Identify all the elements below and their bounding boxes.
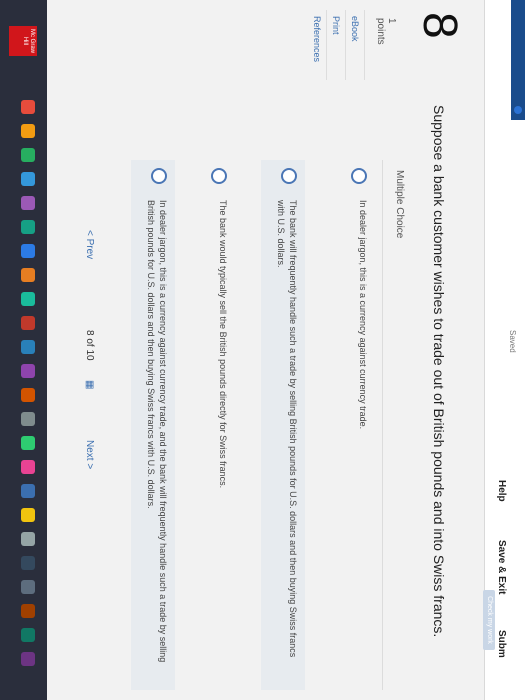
radio-button[interactable] [211, 168, 227, 184]
choice-text: In dealer jargon, this is a currency aga… [146, 200, 168, 663]
app-icon[interactable] [21, 628, 35, 642]
app-icon[interactable] [21, 364, 35, 378]
question-text: Suppose a bank customer wishes to trade … [431, 105, 447, 638]
app-icon[interactable] [21, 268, 35, 282]
answer-choice[interactable]: The bank will frequently handle such a t… [261, 160, 305, 690]
app-icon[interactable] [21, 412, 35, 426]
next-button[interactable]: Next > [84, 440, 95, 469]
grid-icon[interactable]: ▦ [84, 380, 95, 389]
app-icon[interactable] [21, 148, 35, 162]
app-icon[interactable] [21, 532, 35, 546]
side-links: eBook Print References [308, 10, 365, 80]
divider [382, 160, 383, 690]
question-type-label: Multiple Choice [394, 170, 405, 239]
app-icon[interactable] [21, 340, 35, 354]
references-link[interactable]: References [308, 10, 327, 80]
print-link[interactable]: Print [327, 10, 346, 80]
app-icon[interactable] [21, 244, 35, 258]
app-icon[interactable] [21, 124, 35, 138]
app-icon[interactable] [21, 196, 35, 210]
saved-status: Saved [508, 330, 517, 353]
question-number: 8 [413, 12, 466, 39]
radio-button[interactable] [351, 168, 367, 184]
app-icon[interactable] [21, 172, 35, 186]
ebook-link[interactable]: eBook [346, 10, 365, 80]
app-icon[interactable] [21, 652, 35, 666]
check-work-button[interactable]: Check my work [483, 590, 495, 650]
prev-button[interactable]: < Prev [84, 230, 95, 259]
app-icon[interactable] [21, 316, 35, 330]
screen: Saved Help Save & Exit Subm Check my wor… [0, 0, 525, 700]
points-label: points [375, 18, 386, 45]
app-icon[interactable] [21, 292, 35, 306]
radio-button[interactable] [151, 168, 167, 184]
app-icon[interactable] [21, 604, 35, 618]
pagination: < Prev 8 of 10 ▦ Next > [71, 230, 95, 490]
top-accent-bar [511, 0, 525, 120]
app-icon[interactable] [21, 460, 35, 474]
save-exit-button[interactable]: Save & Exit [496, 540, 507, 594]
info-icon[interactable] [514, 106, 522, 114]
app-icon[interactable] [21, 580, 35, 594]
app-icon[interactable] [21, 508, 35, 522]
points-info: 1 points [375, 18, 397, 45]
points-value: 1 [386, 18, 397, 24]
answer-choice[interactable]: In dealer jargon, this is a currency aga… [131, 160, 175, 690]
app-icon[interactable] [21, 436, 35, 450]
page-indicator: 8 of 10 [84, 330, 95, 361]
dock [0, 0, 47, 700]
app-icon[interactable] [21, 484, 35, 498]
submit-button[interactable]: Subm [496, 630, 507, 658]
app-icon[interactable] [21, 100, 35, 114]
radio-button[interactable] [281, 168, 297, 184]
header-bar: Saved Help Save & Exit Subm Check my wor… [483, 0, 525, 700]
choice-text: In dealer jargon, this is a currency aga… [358, 200, 368, 430]
choice-text: The bank would typically sell the Britis… [218, 200, 228, 489]
help-button[interactable]: Help [496, 480, 507, 502]
choice-text: The bank will frequently handle such a t… [276, 200, 298, 658]
answer-choice[interactable]: In dealer jargon, this is a currency aga… [331, 160, 375, 690]
app-icon[interactable] [21, 388, 35, 402]
answer-choice[interactable]: The bank would typically sell the Britis… [191, 160, 235, 690]
mcgraw-hill-logo: Mc Graw Hill [9, 26, 37, 56]
app-icon[interactable] [21, 220, 35, 234]
app-icon[interactable] [21, 556, 35, 570]
